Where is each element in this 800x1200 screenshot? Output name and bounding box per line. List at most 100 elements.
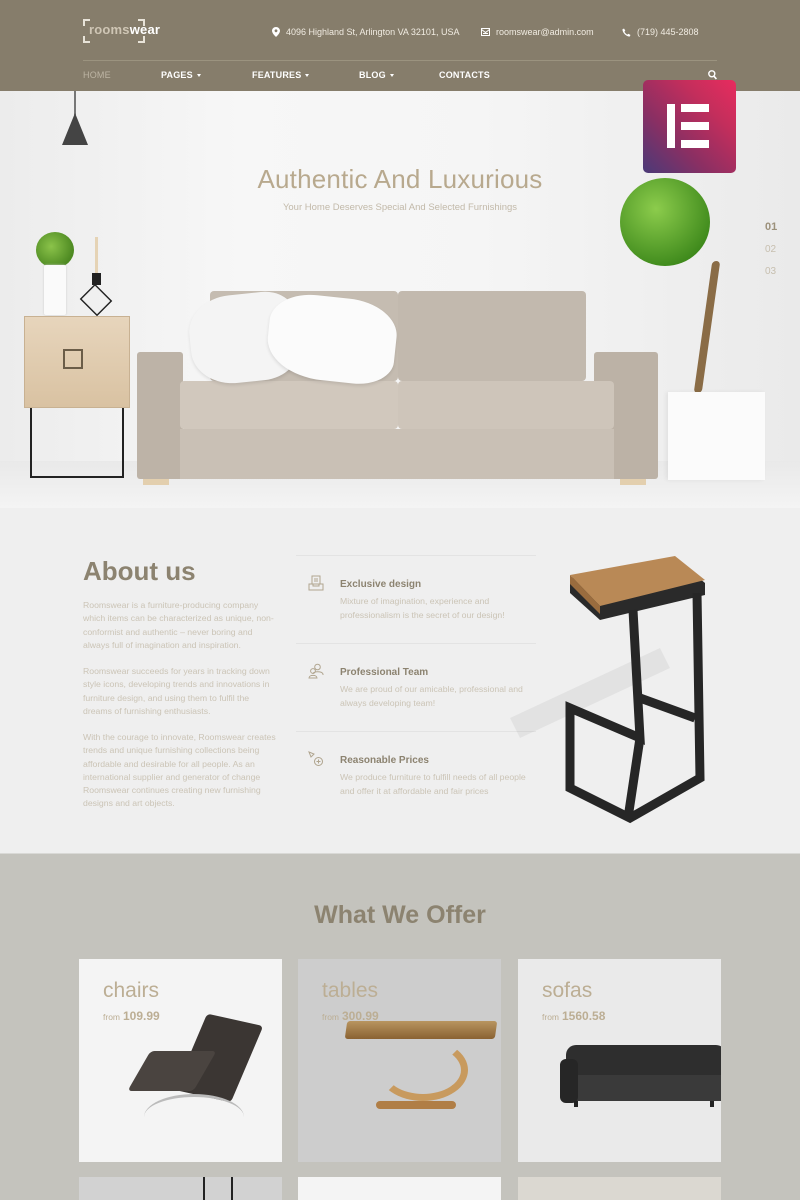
offer-title: What We Offer — [314, 901, 486, 929]
sofa-foot — [143, 479, 169, 485]
header-divider — [83, 60, 717, 61]
price-from-label: from — [322, 1012, 339, 1022]
offer-section: What We Offer chairs from 109.99 tables f… — [0, 853, 800, 1200]
product-image-part — [203, 1177, 205, 1200]
search-icon[interactable] — [708, 70, 717, 80]
logo-corner — [83, 36, 90, 43]
topiary-trunk — [693, 261, 721, 393]
pendant-lamp-cord — [74, 91, 76, 115]
sofa-seat-cushion — [180, 381, 398, 429]
about-paragraph: Roomswear succeeds for years in tracking… — [83, 666, 270, 716]
map-pin-icon — [272, 27, 280, 37]
candle-holder — [92, 273, 101, 285]
price-tag-icon — [308, 751, 323, 766]
nav-item-features[interactable]: FEATURES — [252, 70, 310, 80]
main-nav: HOME PAGES FEATURES BLOG CONTACTS — [83, 70, 723, 82]
stool-shadow — [510, 648, 670, 738]
card-category: chairs — [103, 979, 160, 1002]
table-image-top — [344, 1021, 498, 1039]
nav-label: FEATURES — [252, 70, 302, 80]
header-phone[interactable]: (719) 445-2808 — [622, 27, 699, 37]
sofa-image-legs — [574, 1101, 714, 1107]
nav-label: CONTACTS — [439, 70, 490, 80]
sofa-back-cushion — [398, 291, 586, 381]
cabinet-legs — [30, 408, 124, 478]
chevron-down-icon — [389, 73, 394, 77]
sofa-foot — [620, 479, 646, 485]
sofa-image-arm — [560, 1059, 578, 1103]
slide-dot-3[interactable]: 03 — [765, 266, 777, 277]
table-image-base — [378, 1039, 468, 1101]
pendant-lamp — [62, 113, 88, 145]
product-card[interactable] — [298, 1177, 501, 1200]
table-image-foot — [376, 1101, 456, 1109]
product-image-part — [231, 1177, 233, 1200]
product-card-sofas[interactable]: sofas from 1560.58 — [518, 959, 721, 1162]
slide-dot-1[interactable]: 01 — [765, 221, 777, 233]
phone-icon — [622, 28, 631, 37]
price-from-label: from — [542, 1012, 559, 1022]
about-paragraph: Roomswear is a furniture-producing compa… — [83, 600, 274, 650]
site-header: roomswear 4096 Highland St, Arlington VA… — [0, 0, 800, 91]
feature-title: Professional Team — [340, 667, 429, 678]
sofa-base — [180, 429, 614, 479]
elementor-logo-bar — [667, 104, 675, 148]
card-price: from 1560.58 — [542, 1009, 605, 1023]
candle — [95, 237, 98, 275]
small-plant — [36, 232, 74, 268]
product-card[interactable] — [79, 1177, 282, 1200]
planter-box — [668, 392, 765, 480]
geometric-vase — [79, 283, 113, 317]
elementor-logo-bar — [681, 140, 709, 148]
product-card-tables[interactable]: tables from 300.99 — [298, 959, 501, 1162]
product-card-chairs[interactable]: chairs from 109.99 — [79, 959, 282, 1162]
product-card[interactable] — [518, 1177, 721, 1200]
email-link[interactable]: roomswear@admin.com — [496, 27, 594, 37]
slide-pagination: 01 02 03 — [765, 221, 777, 288]
about-title: About us — [83, 556, 196, 586]
nav-label: PAGES — [161, 70, 193, 80]
card-category: sofas — [542, 979, 593, 1002]
sofa-seat-cushion — [398, 381, 614, 429]
feature-title: Reasonable Prices — [340, 755, 429, 766]
address-text: 4096 Highland St, Arlington VA 32101, US… — [286, 27, 460, 37]
header-email[interactable]: roomswear@admin.com — [481, 27, 594, 37]
logo-corner — [138, 36, 145, 43]
about-paragraph: With the courage to innovate, Roomswear … — [83, 732, 276, 809]
about-section: About us Roomswear is a furniture-produc… — [0, 508, 800, 853]
plant-pot — [44, 265, 66, 315]
logo-text: roomswear — [89, 22, 160, 37]
nav-item-blog[interactable]: BLOG — [359, 70, 394, 80]
envelope-icon — [481, 28, 490, 36]
side-cabinet — [24, 316, 130, 408]
price-from-label: from — [103, 1012, 120, 1022]
bar-stool-image — [510, 556, 705, 824]
logo-text-part1: rooms — [89, 22, 130, 37]
price-value: 1560.58 — [562, 1009, 606, 1023]
price-value: 109.99 — [123, 1009, 160, 1023]
nav-label: HOME — [83, 70, 111, 80]
header-address: 4096 Highland St, Arlington VA 32101, US… — [272, 27, 459, 37]
cabinet-handle — [63, 349, 83, 369]
nav-item-contacts[interactable]: CONTACTS — [439, 70, 490, 80]
inbox-tray-icon — [308, 575, 324, 591]
chevron-down-icon — [196, 73, 201, 77]
nav-item-home[interactable]: HOME — [83, 70, 111, 80]
sofa-image-back — [566, 1045, 721, 1079]
feature-title: Exclusive design — [340, 579, 422, 590]
chevron-down-icon — [305, 73, 310, 77]
sofa-image-seat — [562, 1075, 721, 1101]
phone-text: (719) 445-2808 — [637, 27, 699, 37]
slide-dot-2[interactable]: 02 — [765, 244, 777, 255]
sofa-arm — [137, 352, 183, 479]
elementor-logo-bar — [681, 104, 709, 112]
card-price: from 109.99 — [103, 1009, 160, 1023]
team-icon — [308, 663, 324, 679]
nav-label: BLOG — [359, 70, 386, 80]
hero-subtitle: Your Home Deserves Special And Selected … — [282, 202, 518, 213]
elementor-badge — [643, 80, 736, 173]
logo[interactable]: roomswear — [83, 19, 160, 43]
logo-text-part2: wear — [129, 22, 161, 37]
card-category: tables — [322, 979, 379, 1002]
nav-item-pages[interactable]: PAGES — [161, 70, 201, 80]
